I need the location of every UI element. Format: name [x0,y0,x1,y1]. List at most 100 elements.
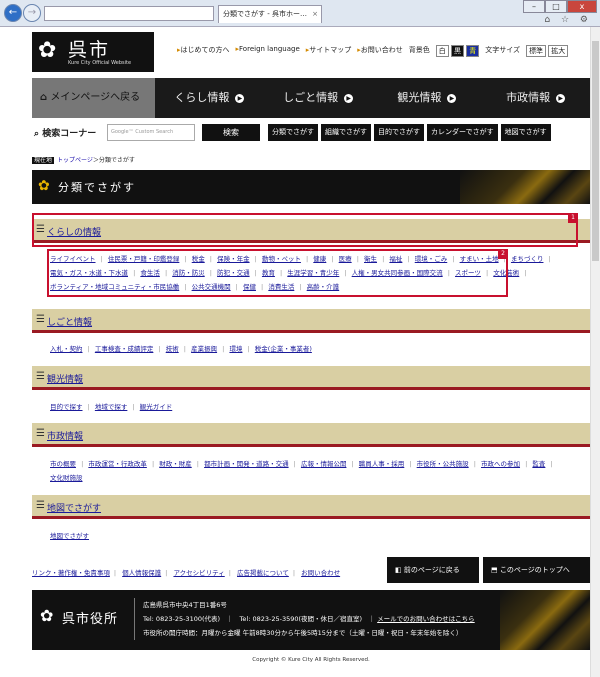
link-separator: | [550,460,553,468]
section-link-map[interactable]: 地図でさがす [47,501,101,514]
search-row: ⌕ 検索コーナー Google™ Custom Search 検索 分類でさがす… [32,123,590,143]
footer-mail-link[interactable]: メールでのお問い合わせはこちら [377,615,475,623]
browser-toolbar-icons[interactable]: ⌂ ☆ ⚙ [544,15,592,25]
category-link[interactable]: 都市計画・開発・道路・交通 [204,460,289,468]
search-icon: ⌕ [34,129,40,139]
nav-kurashi[interactable]: くらし情報 ▶ [155,78,264,118]
category-link[interactable]: 観光ガイド [140,403,173,411]
category-link[interactable]: 工事検査・成績評定 [95,345,154,353]
category-link[interactable]: 市政への参加 [481,460,520,468]
link-separator: | [409,460,412,468]
page: ✿ 呉市 Kure City Official Website ▸はじめての方へ… [12,27,590,677]
category-link[interactable]: 地域で探す [95,403,128,411]
link-separator: | [132,403,135,411]
bg-white-button[interactable]: 白 [435,45,449,57]
category-link[interactable]: 市の概要 [50,460,76,468]
nav-shigoto[interactable]: しごと情報 ▶ [264,78,373,118]
category-link[interactable]: 環境 [229,345,242,353]
highlight-number: 2 [498,249,508,259]
home-nav-button[interactable]: ⌂ メインページへ戻る [32,78,155,118]
section-link-shigoto[interactable]: しごと情報 [47,315,92,328]
highlight-box-1: 1 [32,213,578,247]
quick-calendar-button[interactable]: カレンダーでさがす [427,124,498,141]
link-separator: | [81,460,84,468]
site-footer: ✿ 呉市役所 広島県呉市中央4丁目1番6号 Tel: 0823-25-3100(… [32,590,590,650]
category-link[interactable]: 財政・財産 [159,460,192,468]
utility-link-beginners[interactable]: ▸はじめての方へ [177,45,230,57]
footer-org-name: 呉市役所 [62,612,119,627]
utility-link-contact[interactable]: ▸お問い合わせ [357,45,403,57]
link-separator: | [525,460,528,468]
category-link[interactable]: 地図でさがす [50,532,89,540]
search-button[interactable]: 検索 [202,124,260,141]
forward-arrow-icon: → [27,7,37,18]
tab-title: 分類でさがす - 呉市ホー… [223,10,307,18]
category-link[interactable]: 文化財施設 [50,474,83,482]
scrollbar-thumb[interactable] [592,41,599,261]
browser-tab[interactable]: 分類でさがす - 呉市ホー… × [218,5,322,23]
breadcrumb-current: 分類でさがす [98,157,135,164]
section-link-shisei[interactable]: 市政情報 [47,429,83,442]
category-link[interactable]: 目的で探す [50,403,83,411]
page-top-button[interactable]: ⬒ このページのトップへ [483,557,590,583]
arrow-circle-icon: ▶ [556,94,566,103]
category-link[interactable]: 入札・契約 [50,345,83,353]
copyright: Copyright © Kure City All Rights Reserve… [252,657,370,663]
site-logo[interactable]: ✿ 呉市 Kure City Official Website [32,32,154,72]
breadcrumb-top-link[interactable]: トップページ [57,157,93,164]
footer-address: 広島県呉市中央4丁目1番6号 [143,601,227,609]
nav-shisei[interactable]: 市政情報 ▶ [481,78,590,118]
quick-purpose-button[interactable]: 目的でさがす [374,124,424,141]
utility-link-sitemap[interactable]: ▸サイトマップ [306,45,352,57]
quick-map-button[interactable]: 地図でさがす [500,124,551,141]
bg-black-button[interactable]: 黒 [451,45,465,57]
forward-button[interactable]: → [23,4,41,22]
maximize-button[interactable]: □ [545,0,567,13]
address-bar[interactable] [44,6,214,21]
back-button[interactable]: ← [4,4,22,22]
footer-links: リンク・著作権・免責事項 | 個人情報保護 | アクセシビリティ | 広告掲載について… [32,569,341,577]
section-header-shisei: ☰ 市政情報 [32,423,590,447]
global-nav: ⌂ メインページへ戻る くらし情報 ▶ しごと情報 ▶ 観光情報 ▶ 市政情報 ▶ [32,78,590,118]
minimize-button[interactable]: – [523,0,545,13]
font-large-button[interactable]: 拡大 [548,45,569,57]
footer-link-privacy[interactable]: 個人情報保護 [122,569,161,577]
decorative-wave [460,170,590,204]
category-link[interactable]: 産業振興 [191,345,217,353]
font-standard-button[interactable]: 標準 [526,45,547,57]
category-link[interactable]: 市政運営・行政改革 [88,460,147,468]
window-controls: – □ x [523,0,597,13]
quick-organization-button[interactable]: 組織でさがす [321,124,371,141]
footer-link-accessibility[interactable]: アクセシビリティ [173,569,224,577]
logo-subtitle: Kure City Official Website [68,60,132,66]
category-link[interactable]: 職員人事・採用 [359,460,405,468]
city-emblem-icon: ✿ [40,606,54,625]
breadcrumb: 現在地 トップページ＞分類でさがす [32,157,135,164]
footer-link-ads[interactable]: 広告掲載について [237,569,289,577]
utility-link-foreign[interactable]: ▸Foreign language [236,45,300,57]
close-window-button[interactable]: x [567,0,597,13]
vertical-scrollbar[interactable] [590,27,600,677]
decorative-wave [500,590,590,650]
category-link[interactable]: 市役所・公共施設 [417,460,469,468]
bg-blue-button[interactable]: 青 [466,45,480,57]
section-header-kanko: ☰ 観光情報 [32,366,590,390]
link-separator: | [247,345,250,353]
footer-link-contact[interactable]: お問い合わせ [301,569,340,577]
category-link[interactable]: 税金(企業・事業者) [255,345,312,353]
tab-close-icon[interactable]: × [312,6,318,22]
category-link[interactable]: 技術 [166,345,179,353]
search-input[interactable]: Google™ Custom Search [107,124,195,141]
nav-kanko[interactable]: 観光情報 ▶ [373,78,482,118]
category-link[interactable]: まちづくり [511,255,544,263]
quick-category-button[interactable]: 分類でさがす [268,124,318,141]
logo-name: 呉市 [68,39,111,61]
back-square-icon: ◧ [395,566,402,574]
section-link-kanko[interactable]: 観光情報 [47,372,83,385]
footer-link-copyright[interactable]: リンク・著作権・免責事項 [32,569,110,577]
link-separator: | [222,345,225,353]
prev-page-button[interactable]: ◧ 前のページに戻る [387,557,479,583]
category-link[interactable]: 広報・情報公開 [301,460,347,468]
link-list-shisei: 市の概要 | 市政運営・行政改革 | 財政・財産 | 都市計画・開発・道路・交通… [50,457,570,485]
category-link[interactable]: 監査 [532,460,545,468]
